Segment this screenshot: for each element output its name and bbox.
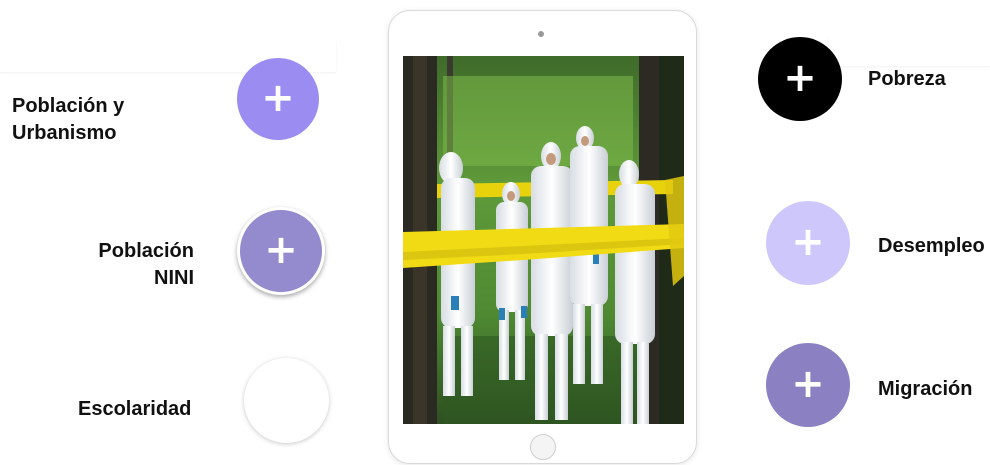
plus-icon: +	[783, 54, 817, 101]
label-migracion: Migración	[878, 378, 973, 400]
expand-button-migracion[interactable]: +	[766, 343, 850, 427]
label-escolaridad: Escolaridad	[78, 398, 192, 420]
expand-button-desempleo[interactable]: +	[766, 201, 850, 285]
tablet-photo	[403, 56, 684, 424]
label-poblacion-urbanismo: Población y Urbanismo	[12, 95, 125, 144]
label-pobreza: Pobreza	[868, 68, 946, 90]
plus-icon: +	[791, 360, 825, 407]
label-desempleo: Desempleo	[878, 235, 985, 257]
label-poblacion-nini: Población NINI	[98, 240, 194, 289]
camera-dot	[538, 31, 544, 37]
plus-icon: +	[791, 218, 825, 265]
expand-button-escolaridad[interactable]: +	[244, 358, 329, 443]
plus-icon: +	[261, 74, 295, 121]
expand-button-poblacion-urbanismo[interactable]: +	[237, 58, 319, 140]
plus-icon: +	[264, 226, 298, 273]
expand-button-pobreza[interactable]: +	[758, 37, 842, 121]
header-bar-right	[828, 36, 990, 66]
home-button[interactable]	[530, 434, 556, 460]
expand-button-poblacion-nini[interactable]: +	[237, 207, 325, 295]
tablet-frame	[388, 10, 697, 464]
plus-icon: +	[269, 376, 304, 422]
